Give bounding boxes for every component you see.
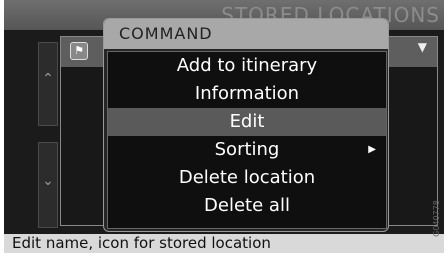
- menu-title-bar: COMMAND: [104, 19, 388, 49]
- menu-item-information[interactable]: Information: [108, 80, 386, 108]
- triangle-down-icon[interactable]: ▼: [418, 40, 427, 54]
- chevron-up-icon: ⌃: [42, 71, 54, 87]
- chevron-down-icon: ⌄: [42, 173, 54, 189]
- menu-item-label: Information: [194, 83, 300, 104]
- scroll-up-button[interactable]: ⌃: [38, 42, 58, 126]
- command-menu: COMMAND Add to itinerary Information Edi…: [103, 18, 389, 232]
- menu-list: Add to itinerary Information Edit Sortin…: [107, 51, 387, 229]
- menu-item-sorting[interactable]: Sorting ▶: [108, 136, 386, 164]
- menu-item-label: Delete all: [204, 195, 290, 216]
- menu-title: COMMAND: [119, 24, 213, 43]
- menu-item-label: Edit: [229, 111, 265, 132]
- menu-item-delete-all[interactable]: Delete all: [108, 192, 386, 220]
- status-bar: Edit name, icon for stored location: [4, 234, 444, 253]
- status-text: Edit name, icon for stored location: [12, 234, 271, 252]
- scroll-down-button[interactable]: ⌄: [38, 142, 58, 228]
- menu-item-label: Delete location: [178, 167, 316, 188]
- reference-code-text: G040778: [431, 199, 441, 237]
- reference-code: G040778: [428, 198, 444, 238]
- triangle-right-icon: ▶: [368, 144, 376, 155]
- menu-item-delete-location[interactable]: Delete location: [108, 164, 386, 192]
- pin-icon: ⚑: [70, 42, 88, 60]
- menu-item-add-to-itinerary[interactable]: Add to itinerary: [108, 52, 386, 80]
- menu-item-label: Sorting: [214, 139, 280, 160]
- menu-item-label: Add to itinerary: [176, 55, 318, 76]
- nav-screen: STORED LOCATIONS ⌃ ⌄ ⚑ ▼ COMMAND Add to …: [4, 0, 444, 253]
- menu-item-edit[interactable]: Edit: [108, 108, 386, 136]
